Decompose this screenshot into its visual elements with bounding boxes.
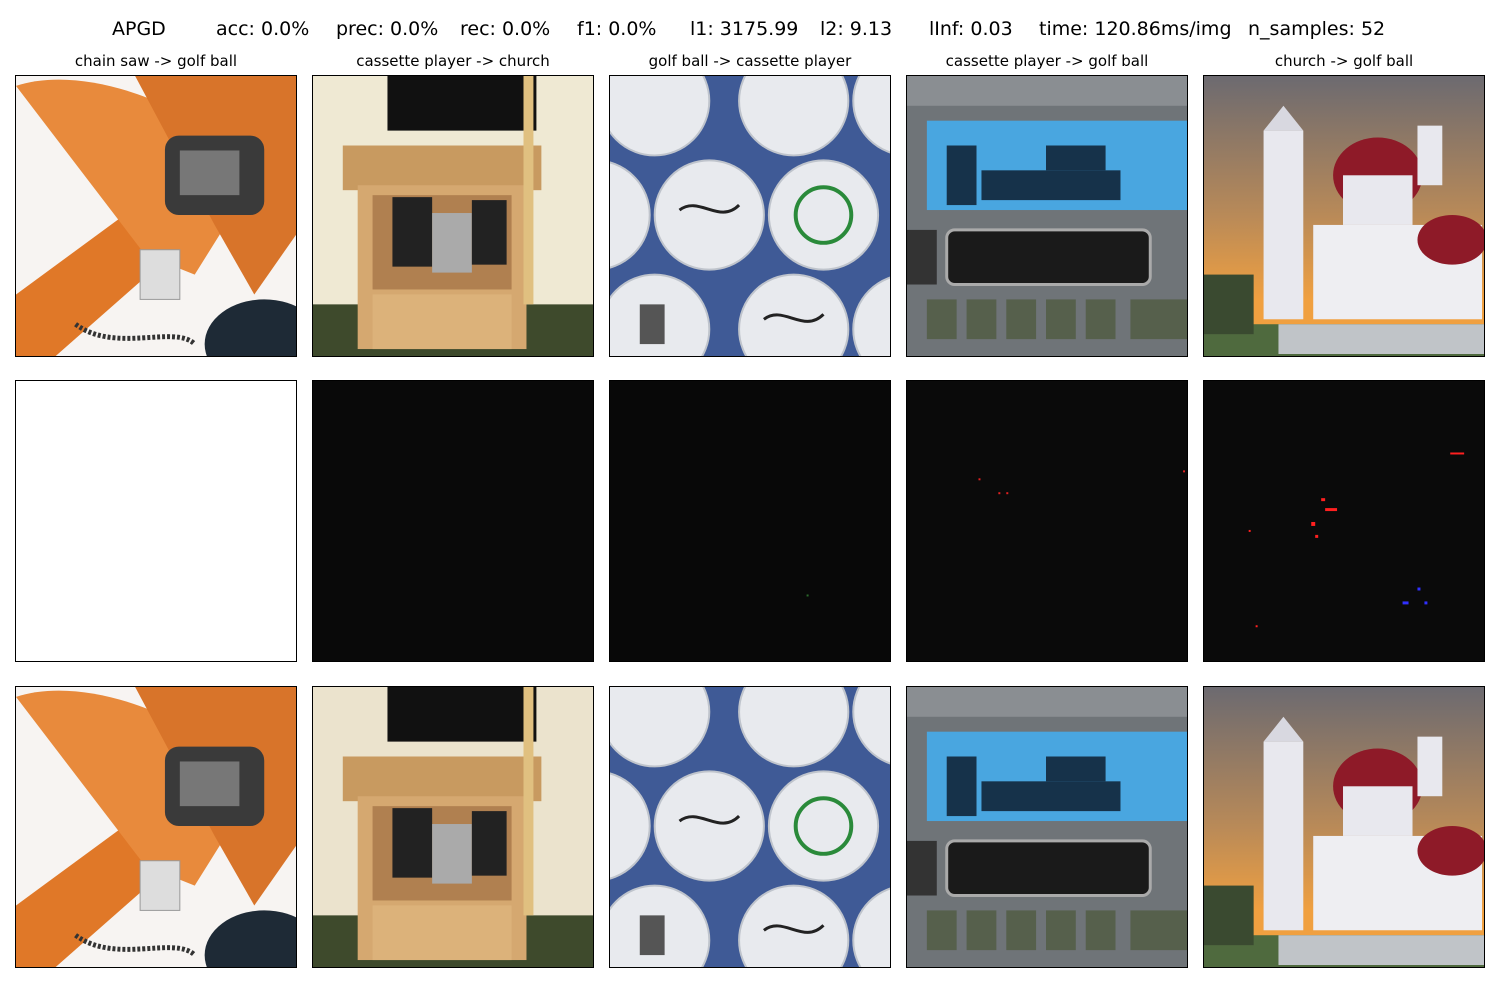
- linf-metric: lInf: 0.03: [929, 18, 1013, 40]
- l1-metric: l1: 3175.99: [690, 18, 799, 40]
- column-title-1: chain saw -> golf ball: [74, 52, 238, 70]
- original-image-tv-stand: [312, 75, 594, 357]
- column-title-5: church -> golf ball: [1274, 52, 1414, 70]
- method-name: APGD: [112, 18, 166, 40]
- original-image-golf-balls: [609, 75, 891, 357]
- recall-metric: rec: 0.0%: [460, 18, 551, 40]
- column-title-2: cassette player -> church: [356, 52, 550, 70]
- adversarial-image-church: [1203, 686, 1485, 968]
- adversarial-image-tv-stand: [312, 686, 594, 968]
- original-image-car-radio: [906, 75, 1188, 357]
- perturbation-image-car-radio: [906, 380, 1188, 662]
- perturbation-image-chainsaw: [15, 380, 297, 662]
- column-title-4: cassette player -> golf ball: [945, 52, 1149, 70]
- original-image-chainsaw: [15, 75, 297, 357]
- column-title-3: golf ball -> cassette player: [648, 52, 852, 70]
- adversarial-image-golf-balls: [609, 686, 891, 968]
- time-metric: time: 120.86ms/img: [1039, 18, 1232, 40]
- metrics-header: APGD acc: 0.0% prec: 0.0% rec: 0.0% f1: …: [0, 16, 1500, 42]
- f1-metric: f1: 0.0%: [577, 18, 657, 40]
- sample-count-metric: n_samples: 52: [1248, 18, 1386, 40]
- accuracy-metric: acc: 0.0%: [216, 18, 310, 40]
- perturbation-image-tv-stand: [312, 380, 594, 662]
- precision-metric: prec: 0.0%: [336, 18, 439, 40]
- perturbation-image-church: [1203, 380, 1485, 662]
- adversarial-image-car-radio: [906, 686, 1188, 968]
- original-image-church: [1203, 75, 1485, 357]
- adversarial-image-chainsaw: [15, 686, 297, 968]
- l2-metric: l2: 9.13: [820, 18, 893, 40]
- perturbation-image-golf-balls: [609, 380, 891, 662]
